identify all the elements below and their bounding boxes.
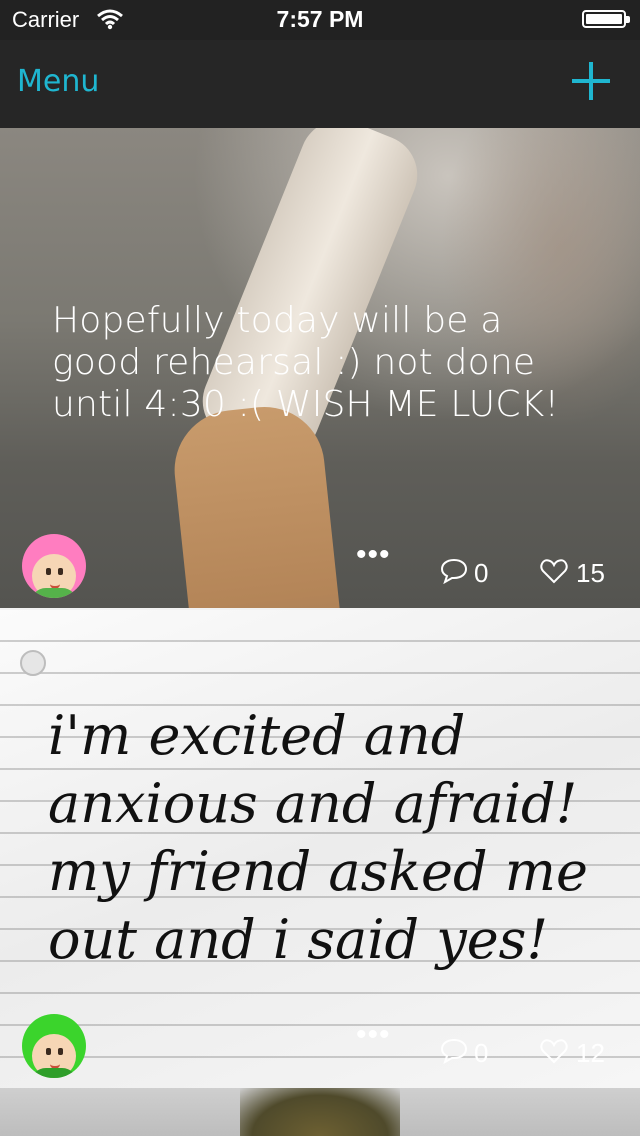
more-icon[interactable]: ••• [356, 538, 391, 572]
like-count: 15 [576, 558, 605, 588]
battery-icon [582, 10, 630, 28]
post-card[interactable]: i'm excited and anxious and afraid! my f… [0, 610, 640, 1088]
post-actions: ••• 0 15 [0, 538, 640, 592]
comment-count: 0 [474, 1038, 489, 1068]
comment-icon[interactable] [440, 1038, 468, 1064]
post-text: i'm excited and anxious and afraid! my f… [48, 704, 588, 971]
post-text: Hopefully today will be a good rehearsal… [52, 300, 560, 425]
heart-icon[interactable] [540, 1038, 568, 1064]
like-count: 12 [576, 1038, 605, 1068]
comment-icon[interactable] [440, 558, 468, 584]
post-card[interactable] [0, 1088, 640, 1136]
menu-button[interactable]: Menu [17, 64, 99, 99]
more-icon[interactable]: ••• [356, 1018, 391, 1052]
post-actions: ••• 0 12 [0, 1018, 640, 1072]
paper-hole [20, 650, 46, 676]
plus-icon[interactable] [572, 62, 610, 100]
post-card[interactable]: Hopefully today will be a good rehearsal… [0, 128, 640, 608]
nav-bar: Menu [0, 40, 640, 128]
status-bar: Carrier 7:57 PM [0, 0, 640, 40]
comment-count: 0 [474, 558, 489, 588]
post-image-peek [240, 1088, 400, 1136]
clock: 7:57 PM [276, 6, 364, 32]
heart-icon[interactable] [540, 558, 568, 584]
